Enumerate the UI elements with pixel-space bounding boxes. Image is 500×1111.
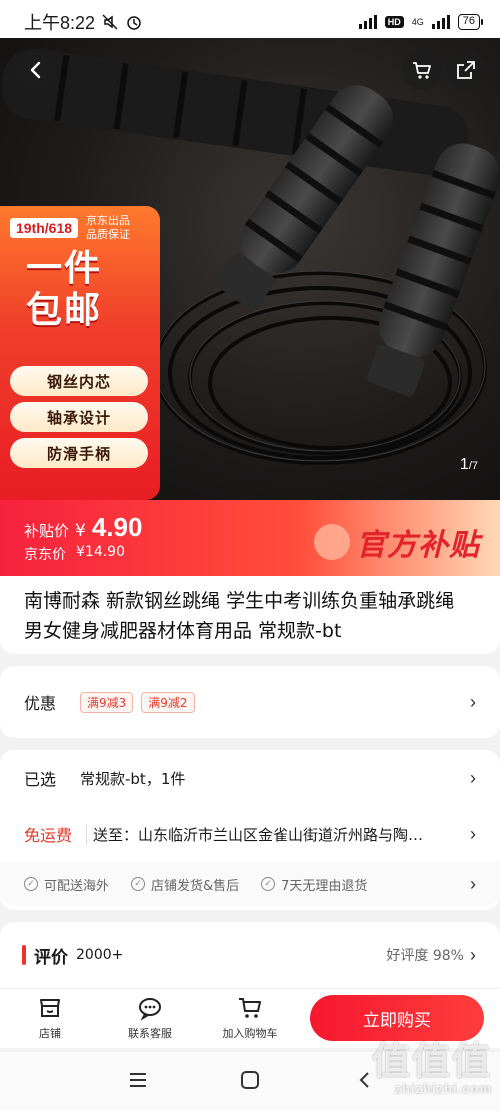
check-circle-icon: ✓ <box>261 877 276 891</box>
service-item: 店铺发货&售后 <box>151 878 240 894</box>
chevron-right-icon: › <box>470 823 476 844</box>
check-circle-icon: ✓ <box>24 877 38 891</box>
shipping-label: 免运费 <box>24 826 73 845</box>
subsidy-label: 补贴价 <box>24 522 70 540</box>
network-type: 4G <box>411 17 424 27</box>
store-icon <box>40 999 60 1017</box>
signal-icon-2 <box>431 15 450 29</box>
chevron-left-icon <box>30 61 41 79</box>
price-bar: 补贴价 ¥ 4.90 京东价 ¥14.90 官方补贴 <box>0 500 500 576</box>
customer-service-label: 联系客服 <box>128 1027 172 1040</box>
jd-price: ¥14.90 <box>76 544 125 560</box>
cart-icon <box>239 998 261 1018</box>
service-item: 可配送海外 <box>44 878 110 894</box>
selected-variant-row[interactable]: 已选 常规款-bt，1件 › <box>0 750 500 806</box>
share-icon <box>457 61 475 79</box>
chat-icon <box>139 998 161 1021</box>
battery-icon: 76 <box>457 14 484 30</box>
reviews-count: 2000+ <box>76 947 124 963</box>
feature-pill: 钢丝内芯 <box>10 366 148 396</box>
cart-icon <box>413 62 431 79</box>
promo-banner: 19th/618 京东出品 品质保证 一件 包邮 钢丝内芯 轴承设计 防滑手柄 <box>0 206 160 500</box>
alarm-icon <box>127 16 141 30</box>
reviews-label: 评价 <box>34 947 68 968</box>
store-label: 店铺 <box>39 1027 61 1040</box>
hd-icon: HD <box>384 16 404 28</box>
add-to-cart-label: 加入购物车 <box>222 1027 278 1040</box>
cart-button[interactable] <box>402 50 442 90</box>
selected-label: 已选 <box>24 770 57 789</box>
brand-line-1: 京东出品 <box>86 214 131 227</box>
positive-rating: 好评度 98% <box>386 948 464 964</box>
selected-value: 常规款-bt，1件 <box>80 769 186 788</box>
feature-pill: 轴承设计 <box>10 402 148 432</box>
promo-headline: 一件 包邮 <box>26 248 103 331</box>
chevron-right-icon: › <box>470 767 476 788</box>
offers-row[interactable]: 优惠 满9减3 满9减2 › <box>0 666 500 738</box>
reviews-header[interactable]: 评价 2000+ 好评度 98% › <box>0 922 500 992</box>
status-time: 上午8:22 <box>24 13 96 33</box>
product-title: 南博耐森 新款钢丝跳绳 学生中考训练负重轴承跳绳 男女健身减肥器材体育用品 常规… <box>24 590 455 642</box>
watermark: 值值值 zhizhizhi.com <box>371 1039 492 1096</box>
feature-pill: 防滑手柄 <box>10 438 148 468</box>
product-title-card: 南博耐森 新款钢丝跳绳 学生中考训练负重轴承跳绳 男女健身减肥器材体育用品 常规… <box>0 576 500 654</box>
currency-symbol: ¥ <box>75 521 86 541</box>
service-item: 7天无理由退货 <box>281 878 368 894</box>
official-subsidy-badge: 官方补贴 <box>356 528 480 563</box>
selection-card: 已选 常规款-bt，1件 › 免运费 送至：山东临沂市兰山区金雀山街道沂州路与陶… <box>0 750 500 910</box>
sale-badge: 19th/618 <box>10 218 79 238</box>
back-button[interactable] <box>16 50 56 90</box>
customer-service-button[interactable]: 联系客服 <box>110 995 190 1041</box>
store-button[interactable]: 店铺 <box>10 995 90 1041</box>
mute-icon <box>102 14 118 30</box>
shipping-address: 送至：山东临沂市兰山区金雀山街道沂州路与陶… <box>86 823 423 845</box>
menu-icon[interactable] <box>128 1070 148 1090</box>
image-counter: 1/7 <box>459 456 478 473</box>
offers-label: 优惠 <box>24 694 57 713</box>
coupon-tag: 满9减2 <box>141 691 195 713</box>
red-packet-icon <box>314 524 350 560</box>
signal-icon <box>358 15 377 29</box>
services-row[interactable]: ✓ 可配送海外 ✓ 店铺发货&售后 ✓ 7天无理由退货 › <box>0 862 500 906</box>
chevron-right-icon: › <box>470 944 476 965</box>
jd-price-label: 京东价 <box>24 547 66 563</box>
brand-line-2: 品质保证 <box>86 228 131 241</box>
subsidy-price: 4.90 <box>91 512 143 542</box>
home-icon[interactable] <box>240 1070 260 1090</box>
coupon-tag: 满9减3 <box>80 691 134 713</box>
chevron-right-icon: › <box>470 691 476 712</box>
check-circle-icon: ✓ <box>131 877 146 891</box>
section-marker <box>22 945 26 965</box>
add-to-cart-button[interactable]: 加入购物车 <box>210 995 290 1041</box>
chevron-right-icon: › <box>470 873 476 894</box>
share-button[interactable] <box>446 50 486 90</box>
shipping-row[interactable]: 免运费 送至：山东临沂市兰山区金雀山街道沂州路与陶… › <box>0 806 500 862</box>
